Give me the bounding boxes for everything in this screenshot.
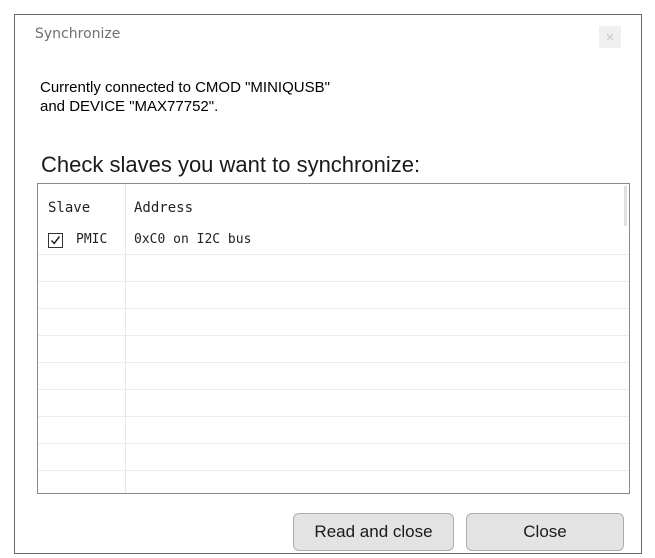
column-header-slave[interactable]: Slave <box>48 200 90 216</box>
connection-info-line-2: and DEVICE "MAX77752". <box>40 98 219 115</box>
checkmark-icon <box>50 236 61 245</box>
slave-name: PMIC <box>76 232 108 247</box>
instructions-heading: Check slaves you want to synchronize: <box>41 152 421 177</box>
table-row <box>38 309 629 336</box>
slave-checkbox[interactable] <box>48 233 63 248</box>
read-and-close-button[interactable]: Read and close <box>293 513 454 551</box>
close-icon[interactable]: × <box>599 26 621 48</box>
table-row <box>38 282 629 309</box>
slaves-table: Slave Address PMIC 0xC0 on I2C bus <box>37 183 630 494</box>
table-row <box>38 417 629 444</box>
table-row <box>38 363 629 390</box>
table-row <box>38 444 629 471</box>
table-row <box>38 255 629 282</box>
column-header-address[interactable]: Address <box>134 200 193 216</box>
table-row[interactable]: PMIC 0xC0 on I2C bus <box>38 228 629 255</box>
synchronize-dialog: Synchronize × Currently connected to CMO… <box>14 14 642 554</box>
close-button[interactable]: Close <box>466 513 624 551</box>
table-header: Slave Address <box>38 184 629 226</box>
table-row <box>38 336 629 363</box>
slave-address: 0xC0 on I2C bus <box>134 232 252 247</box>
table-row <box>38 471 629 493</box>
connection-info-line-1: Currently connected to CMOD "MINIQUSB" <box>40 79 330 96</box>
connection-info: Currently connected to CMOD "MINIQUSB" a… <box>40 78 330 116</box>
table-row <box>38 390 629 417</box>
window-title: Synchronize <box>35 26 121 42</box>
